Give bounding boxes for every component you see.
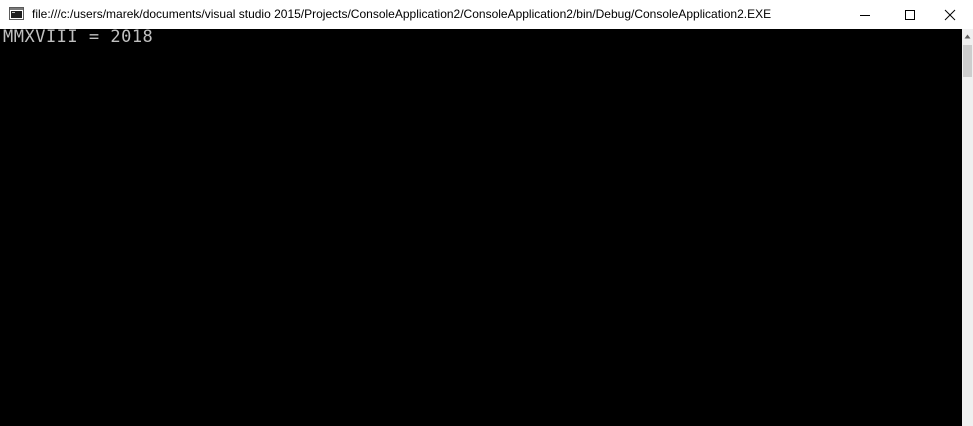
scroll-up-button[interactable] (962, 29, 973, 44)
close-icon (944, 9, 956, 20)
chevron-up-icon (964, 34, 971, 39)
scrollbar-thumb[interactable] (963, 45, 972, 77)
console-window: file:///c:/users/marek/documents/visual … (0, 0, 973, 426)
vertical-scrollbar[interactable] (962, 29, 973, 426)
minimize-button[interactable] (842, 0, 888, 29)
console-window-icon[interactable] (9, 7, 24, 20)
close-button[interactable] (927, 0, 973, 29)
console-output-line: MMXVIII = 2018 (3, 27, 154, 47)
window-title: file:///c:/users/marek/documents/visual … (32, 7, 772, 21)
console-output-area[interactable]: MMXVIII = 2018 (0, 29, 962, 426)
maximize-icon (905, 9, 915, 20)
title-bar[interactable]: file:///c:/users/marek/documents/visual … (0, 0, 973, 29)
minimize-icon (860, 14, 870, 16)
